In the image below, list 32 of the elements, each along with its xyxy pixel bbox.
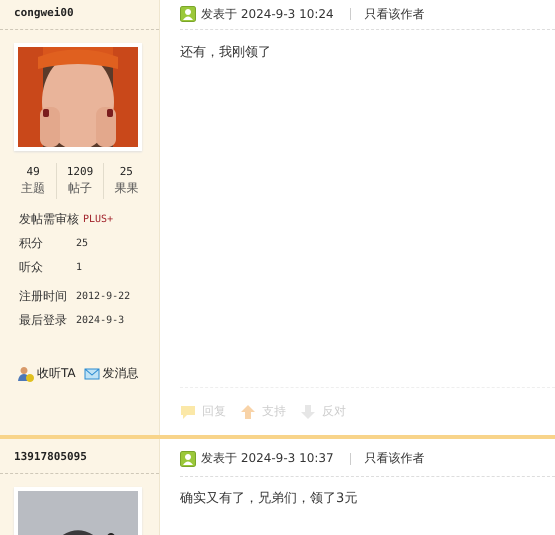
info-label: 听众 [19, 259, 44, 276]
group-label: PLUS+ [83, 214, 114, 225]
info-value: 2024-9-3 [76, 315, 124, 326]
stat-label[interactable]: 主题 [21, 180, 46, 197]
post-text: 还有，我刚领了 [180, 45, 271, 60]
info-value: 25 [76, 238, 88, 249]
stat-value[interactable]: 1209 [66, 165, 94, 178]
username[interactable]: congwei00 [0, 0, 159, 30]
info-label: 积分 [19, 235, 44, 252]
down-arrow-icon [300, 404, 316, 420]
stat-label[interactable]: 果果 [114, 180, 138, 197]
profile-link[interactable]: 发消息 [84, 365, 139, 382]
speech-bubble-icon [180, 404, 196, 420]
user-icon [180, 450, 196, 466]
stat-value[interactable]: 49 [26, 165, 40, 178]
profile-link[interactable]: 收听TA [18, 365, 76, 382]
up-arrow-icon [240, 404, 256, 420]
stat-value[interactable]: 25 [120, 165, 133, 178]
info-label: 发帖需审核 [19, 211, 79, 228]
info-label: 最后登录 [19, 312, 68, 329]
envelope-icon [84, 366, 100, 382]
info-value: 1 [76, 262, 82, 273]
post-text: 确实又有了，兄弟们，领了3元 [180, 491, 358, 506]
people-icon [18, 366, 34, 382]
author-only-link[interactable]: 只看该作者 [364, 450, 425, 467]
stat-label[interactable]: 帖子 [68, 180, 92, 197]
author-only-link[interactable]: 只看该作者 [364, 6, 425, 22]
user-icon [180, 6, 196, 22]
info-value: 2012-9-22 [76, 291, 130, 302]
post-time: 发表于 2024-9-3 10:37 [201, 450, 334, 467]
info-label: 注册时间 [19, 288, 68, 305]
post-time: 发表于 2024-9-3 10:24 [201, 6, 334, 22]
